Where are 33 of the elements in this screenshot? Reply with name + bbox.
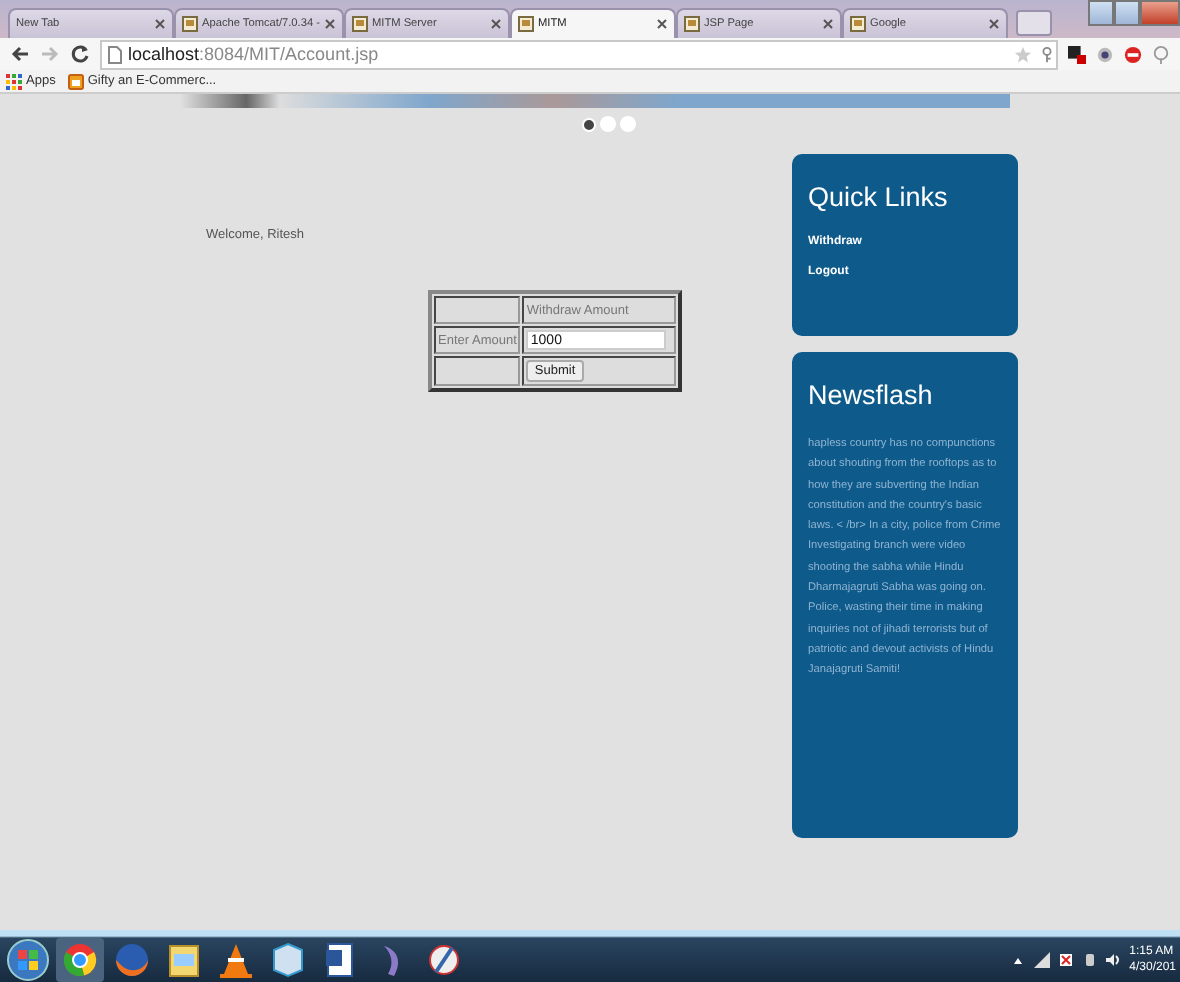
close-icon[interactable]	[154, 18, 166, 30]
gift-icon	[67, 73, 84, 89]
page-icon	[849, 16, 866, 32]
carousel-dot[interactable]	[619, 116, 635, 132]
close-icon[interactable]	[821, 18, 834, 30]
page-icon	[517, 16, 534, 32]
browser-icon[interactable]	[56, 938, 104, 982]
reload-icon[interactable]	[70, 44, 90, 64]
signal-icon[interactable]	[1033, 952, 1050, 968]
page-icon	[182, 16, 198, 32]
carousel-dot[interactable]	[581, 117, 595, 131]
close-icon[interactable]	[489, 18, 502, 30]
close-icon[interactable]	[987, 18, 1000, 30]
speaker-icon[interactable]	[1105, 952, 1122, 968]
extension-icon[interactable]	[1096, 45, 1114, 63]
star-icon[interactable]	[1014, 45, 1032, 63]
page-icon	[351, 16, 368, 32]
address-bar[interactable]: localhost:8084/MIT/Account.jsp	[100, 39, 1058, 69]
maximize-button[interactable]	[1114, 0, 1140, 26]
flag-icon[interactable]	[1057, 952, 1074, 968]
extension-icon[interactable]	[1068, 45, 1086, 63]
key-icon[interactable]	[1038, 45, 1056, 63]
close-icon[interactable]	[323, 18, 336, 30]
page-icon	[683, 16, 700, 32]
page-icon	[108, 45, 122, 63]
back-icon[interactable]	[10, 44, 30, 64]
carousel-dot[interactable]	[599, 116, 615, 132]
close-icon[interactable]	[655, 18, 668, 30]
apps-grid-icon	[6, 73, 22, 89]
start-button[interactable]	[4, 938, 52, 982]
minimize-button[interactable]	[1088, 0, 1114, 26]
panel-title: Newsflash	[808, 380, 935, 410]
panel-title: Quick Links	[808, 182, 950, 212]
